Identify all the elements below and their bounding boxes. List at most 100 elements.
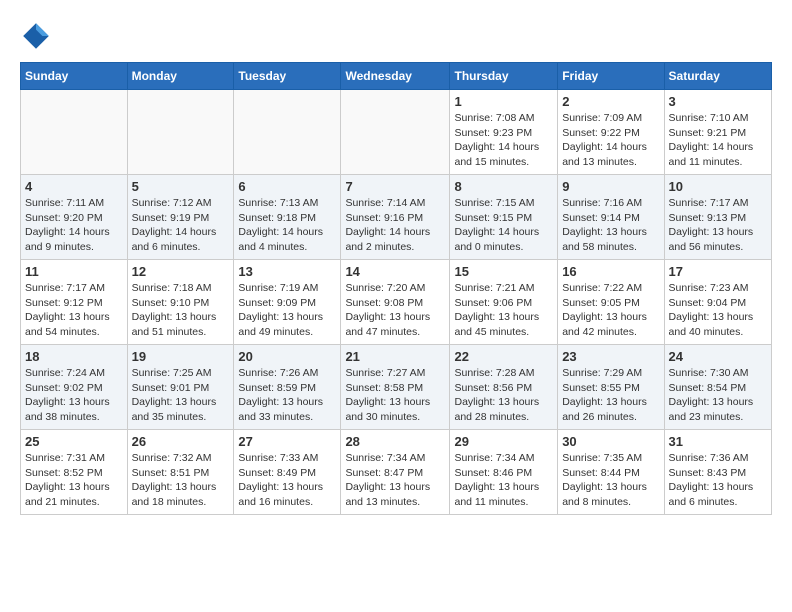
day-info: Sunrise: 7:36 AM Sunset: 8:43 PM Dayligh…	[669, 451, 767, 510]
calendar-cell: 31 Sunrise: 7:36 AM Sunset: 8:43 PM Dayli…	[664, 430, 771, 515]
calendar-cell: 17 Sunrise: 7:23 AM Sunset: 9:04 PM Dayli…	[664, 260, 771, 345]
day-info: Sunrise: 7:23 AM Sunset: 9:04 PM Dayligh…	[669, 281, 767, 340]
day-info: Sunrise: 7:24 AM Sunset: 9:02 PM Dayligh…	[25, 366, 123, 425]
logo	[20, 20, 57, 52]
calendar-week-3: 11 Sunrise: 7:17 AM Sunset: 9:12 PM Dayli…	[21, 260, 772, 345]
calendar-cell: 20 Sunrise: 7:26 AM Sunset: 8:59 PM Dayli…	[234, 345, 341, 430]
day-number: 24	[669, 349, 767, 364]
day-info: Sunrise: 7:26 AM Sunset: 8:59 PM Dayligh…	[238, 366, 336, 425]
calendar-cell: 18 Sunrise: 7:24 AM Sunset: 9:02 PM Dayli…	[21, 345, 128, 430]
day-number: 4	[25, 179, 123, 194]
calendar-cell	[127, 90, 234, 175]
day-info: Sunrise: 7:17 AM Sunset: 9:13 PM Dayligh…	[669, 196, 767, 255]
calendar-week-2: 4 Sunrise: 7:11 AM Sunset: 9:20 PM Daylig…	[21, 175, 772, 260]
day-number: 2	[562, 94, 659, 109]
weekday-header-wednesday: Wednesday	[341, 63, 450, 90]
day-number: 11	[25, 264, 123, 279]
day-number: 14	[345, 264, 445, 279]
day-number: 7	[345, 179, 445, 194]
calendar-cell: 1 Sunrise: 7:08 AM Sunset: 9:23 PM Daylig…	[450, 90, 558, 175]
day-info: Sunrise: 7:19 AM Sunset: 9:09 PM Dayligh…	[238, 281, 336, 340]
day-info: Sunrise: 7:34 AM Sunset: 8:47 PM Dayligh…	[345, 451, 445, 510]
calendar-cell: 19Sunrise: 7:25 AM Sunset: 9:01 PM Dayli…	[127, 345, 234, 430]
day-number: 13	[238, 264, 336, 279]
day-info: Sunrise: 7:34 AM Sunset: 8:46 PM Dayligh…	[454, 451, 553, 510]
day-info: Sunrise: 7:22 AM Sunset: 9:05 PM Dayligh…	[562, 281, 659, 340]
calendar-week-4: 18 Sunrise: 7:24 AM Sunset: 9:02 PM Dayli…	[21, 345, 772, 430]
calendar-cell: 9 Sunrise: 7:16 AM Sunset: 9:14 PM Daylig…	[558, 175, 664, 260]
day-number: 8	[454, 179, 553, 194]
calendar-cell: 2Sunrise: 7:09 AM Sunset: 9:22 PM Daylig…	[558, 90, 664, 175]
calendar-cell: 6 Sunrise: 7:13 AM Sunset: 9:18 PM Daylig…	[234, 175, 341, 260]
calendar-cell: 3Sunrise: 7:10 AM Sunset: 9:21 PM Daylig…	[664, 90, 771, 175]
day-info: Sunrise: 7:15 AM Sunset: 9:15 PM Dayligh…	[454, 196, 553, 255]
day-info: Sunrise: 7:35 AM Sunset: 8:44 PM Dayligh…	[562, 451, 659, 510]
day-number: 28	[345, 434, 445, 449]
calendar-cell: 22Sunrise: 7:28 AM Sunset: 8:56 PM Dayli…	[450, 345, 558, 430]
day-info: Sunrise: 7:31 AM Sunset: 8:52 PM Dayligh…	[25, 451, 123, 510]
calendar-cell: 21 Sunrise: 7:27 AM Sunset: 8:58 PM Dayli…	[341, 345, 450, 430]
day-info: Sunrise: 7:08 AM Sunset: 9:23 PM Dayligh…	[454, 111, 553, 170]
calendar-cell: 27Sunrise: 7:33 AM Sunset: 8:49 PM Dayli…	[234, 430, 341, 515]
day-number: 26	[132, 434, 230, 449]
calendar-week-1: 1 Sunrise: 7:08 AM Sunset: 9:23 PM Daylig…	[21, 90, 772, 175]
day-info: Sunrise: 7:20 AM Sunset: 9:08 PM Dayligh…	[345, 281, 445, 340]
day-number: 5	[132, 179, 230, 194]
day-number: 17	[669, 264, 767, 279]
calendar-cell: 10 Sunrise: 7:17 AM Sunset: 9:13 PM Dayli…	[664, 175, 771, 260]
calendar-cell: 11 Sunrise: 7:17 AM Sunset: 9:12 PM Dayli…	[21, 260, 128, 345]
weekday-header-row: SundayMondayTuesdayWednesdayThursdayFrid…	[21, 63, 772, 90]
calendar-cell: 5Sunrise: 7:12 AM Sunset: 9:19 PM Daylig…	[127, 175, 234, 260]
calendar-cell: 23 Sunrise: 7:29 AM Sunset: 8:55 PM Dayli…	[558, 345, 664, 430]
weekday-header-sunday: Sunday	[21, 63, 128, 90]
day-number: 9	[562, 179, 659, 194]
weekday-header-thursday: Thursday	[450, 63, 558, 90]
day-number: 21	[345, 349, 445, 364]
day-number: 6	[238, 179, 336, 194]
day-info: Sunrise: 7:11 AM Sunset: 9:20 PM Dayligh…	[25, 196, 123, 255]
calendar-cell: 30 Sunrise: 7:35 AM Sunset: 8:44 PM Dayli…	[558, 430, 664, 515]
day-number: 30	[562, 434, 659, 449]
calendar-cell: 29 Sunrise: 7:34 AM Sunset: 8:46 PM Dayli…	[450, 430, 558, 515]
logo-icon	[20, 20, 52, 52]
day-info: Sunrise: 7:32 AM Sunset: 8:51 PM Dayligh…	[132, 451, 230, 510]
day-number: 10	[669, 179, 767, 194]
calendar-cell: 13 Sunrise: 7:19 AM Sunset: 9:09 PM Dayli…	[234, 260, 341, 345]
calendar-cell: 7 Sunrise: 7:14 AM Sunset: 9:16 PM Daylig…	[341, 175, 450, 260]
day-number: 18	[25, 349, 123, 364]
calendar-cell	[341, 90, 450, 175]
day-info: Sunrise: 7:29 AM Sunset: 8:55 PM Dayligh…	[562, 366, 659, 425]
day-info: Sunrise: 7:13 AM Sunset: 9:18 PM Dayligh…	[238, 196, 336, 255]
day-number: 20	[238, 349, 336, 364]
calendar-cell: 26 Sunrise: 7:32 AM Sunset: 8:51 PM Dayli…	[127, 430, 234, 515]
day-number: 23	[562, 349, 659, 364]
calendar-cell: 8 Sunrise: 7:15 AM Sunset: 9:15 PM Daylig…	[450, 175, 558, 260]
day-number: 29	[454, 434, 553, 449]
day-info: Sunrise: 7:25 AM Sunset: 9:01 PM Dayligh…	[132, 366, 230, 425]
calendar-cell: 24 Sunrise: 7:30 AM Sunset: 8:54 PM Dayli…	[664, 345, 771, 430]
day-info: Sunrise: 7:16 AM Sunset: 9:14 PM Dayligh…	[562, 196, 659, 255]
calendar-cell: 14 Sunrise: 7:20 AM Sunset: 9:08 PM Dayli…	[341, 260, 450, 345]
day-number: 1	[454, 94, 553, 109]
day-info: Sunrise: 7:30 AM Sunset: 8:54 PM Dayligh…	[669, 366, 767, 425]
page-header	[20, 20, 772, 52]
day-number: 3	[669, 94, 767, 109]
calendar-cell: 15 Sunrise: 7:21 AM Sunset: 9:06 PM Dayli…	[450, 260, 558, 345]
day-number: 16	[562, 264, 659, 279]
calendar-cell: 28 Sunrise: 7:34 AM Sunset: 8:47 PM Dayli…	[341, 430, 450, 515]
day-number: 27	[238, 434, 336, 449]
day-info: Sunrise: 7:18 AM Sunset: 9:10 PM Dayligh…	[132, 281, 230, 340]
day-number: 12	[132, 264, 230, 279]
calendar-week-5: 25Sunrise: 7:31 AM Sunset: 8:52 PM Dayli…	[21, 430, 772, 515]
day-info: Sunrise: 7:28 AM Sunset: 8:56 PM Dayligh…	[454, 366, 553, 425]
day-info: Sunrise: 7:27 AM Sunset: 8:58 PM Dayligh…	[345, 366, 445, 425]
day-number: 31	[669, 434, 767, 449]
weekday-header-tuesday: Tuesday	[234, 63, 341, 90]
day-info: Sunrise: 7:17 AM Sunset: 9:12 PM Dayligh…	[25, 281, 123, 340]
day-info: Sunrise: 7:21 AM Sunset: 9:06 PM Dayligh…	[454, 281, 553, 340]
calendar-table: SundayMondayTuesdayWednesdayThursdayFrid…	[20, 62, 772, 515]
day-info: Sunrise: 7:14 AM Sunset: 9:16 PM Dayligh…	[345, 196, 445, 255]
day-number: 15	[454, 264, 553, 279]
calendar-cell: 4 Sunrise: 7:11 AM Sunset: 9:20 PM Daylig…	[21, 175, 128, 260]
calendar-cell	[234, 90, 341, 175]
